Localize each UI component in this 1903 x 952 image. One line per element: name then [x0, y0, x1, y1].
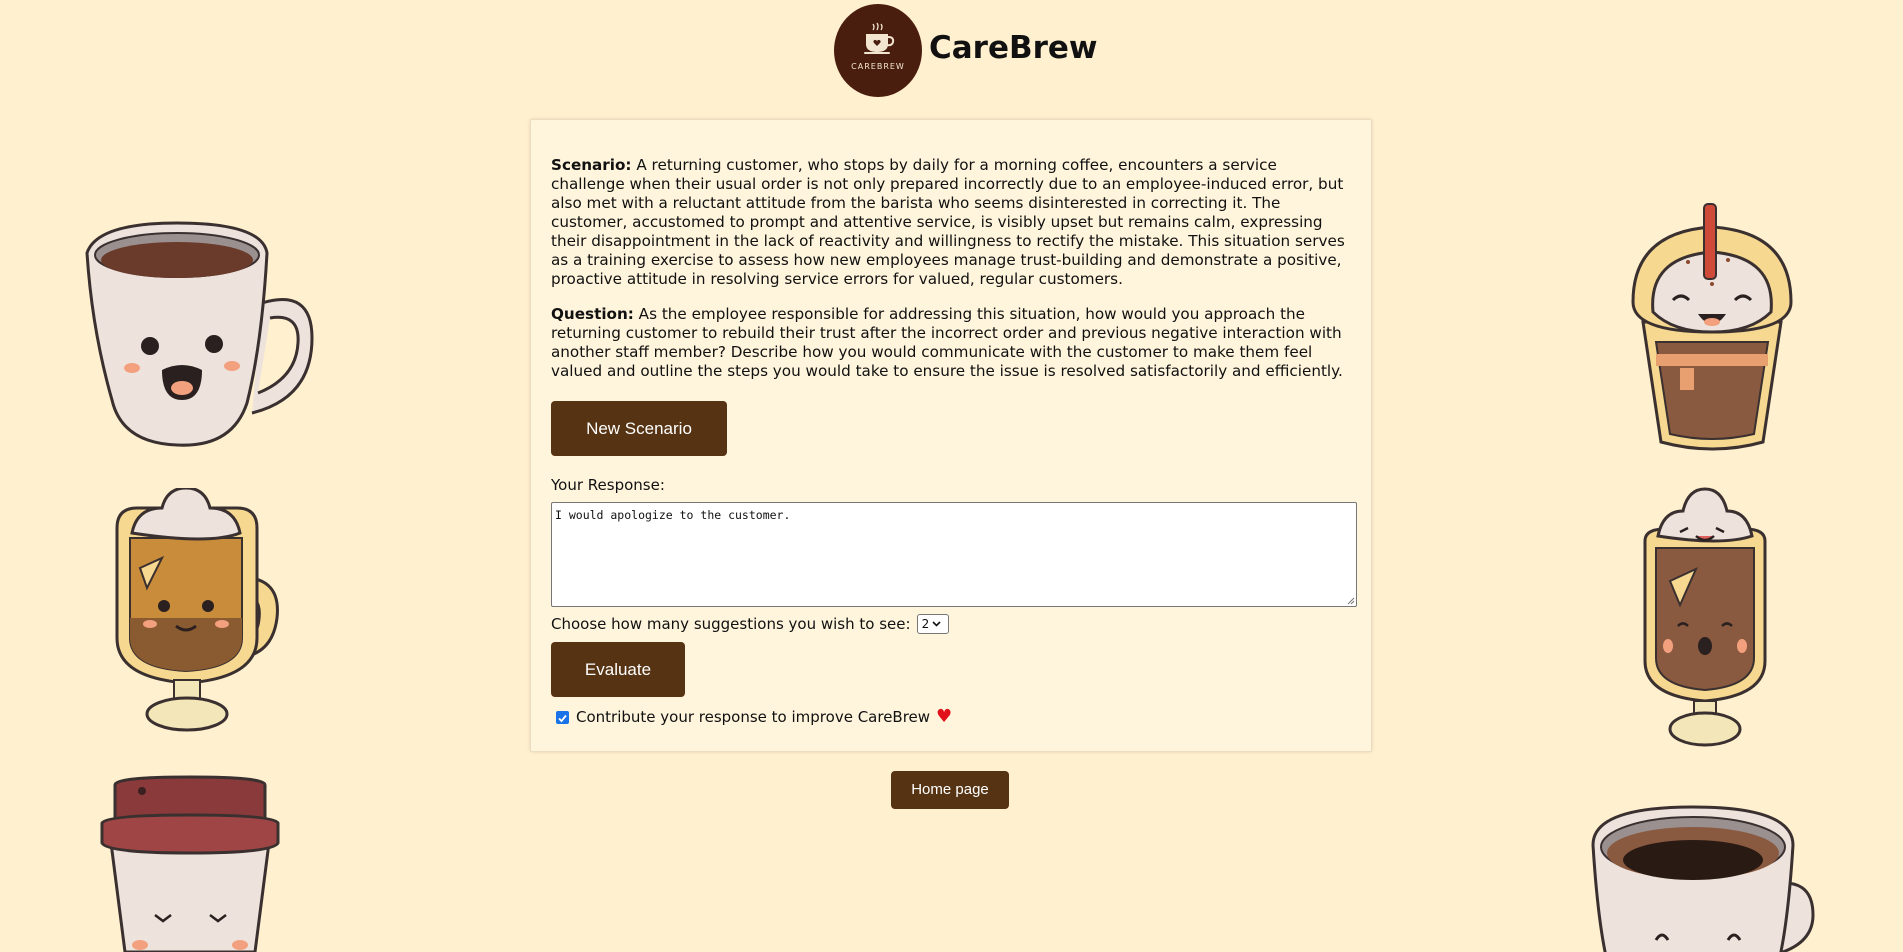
question-text: As the employee responsible for addressi…	[551, 305, 1343, 380]
takeaway-cup-illustration	[100, 775, 280, 952]
frappe-cup-illustration	[1631, 203, 1793, 451]
chevron-down-icon	[932, 621, 941, 627]
question-paragraph: Question: As the employee responsible fo…	[551, 305, 1351, 381]
scenario-paragraph: Scenario: A returning customer, who stop…	[551, 156, 1351, 289]
contribute-checkbox[interactable]	[556, 710, 569, 724]
suggestions-row: Choose how many suggestions you wish to …	[551, 614, 1351, 634]
home-page-button[interactable]: Home page	[891, 771, 1009, 809]
logo-text: CAREBREW	[851, 61, 905, 71]
coffee-mug-illustration	[85, 221, 314, 447]
new-scenario-button[interactable]: New Scenario	[551, 401, 727, 456]
latte-glass-illustration	[115, 488, 279, 732]
checkmark-icon	[558, 714, 567, 722]
header: CAREBREW CareBrew	[834, 3, 1098, 97]
suggestions-label: Choose how many suggestions you wish to …	[551, 615, 911, 633]
contribute-row: Contribute your response to improve Care…	[551, 708, 1351, 726]
scenario-label: Scenario:	[551, 156, 632, 174]
coffee-cup-icon	[864, 22, 895, 54]
response-value: I would apologize to the customer.	[555, 508, 791, 522]
evaluate-button[interactable]: Evaluate	[551, 642, 685, 697]
coffee-cup-illustration	[1591, 805, 1815, 952]
heart-icon: ♥	[936, 706, 953, 727]
response-textarea[interactable]: I would apologize to the customer.	[551, 502, 1357, 607]
scenario-text: A returning customer, who stops by daily…	[551, 156, 1345, 288]
suggestions-selected: 2	[921, 617, 930, 631]
resize-grip-icon[interactable]	[1346, 596, 1355, 605]
mocha-glass-illustration	[1643, 487, 1767, 747]
brand-title: CareBrew	[929, 30, 1098, 66]
scenario-card: Scenario: A returning customer, who stop…	[530, 119, 1372, 752]
question-label: Question:	[551, 305, 634, 323]
contribute-label: Contribute your response to improve Care…	[576, 708, 931, 726]
logo: CAREBREW	[834, 3, 922, 97]
suggestions-select[interactable]: 2	[916, 614, 949, 634]
response-label: Your Response:	[551, 476, 665, 494]
